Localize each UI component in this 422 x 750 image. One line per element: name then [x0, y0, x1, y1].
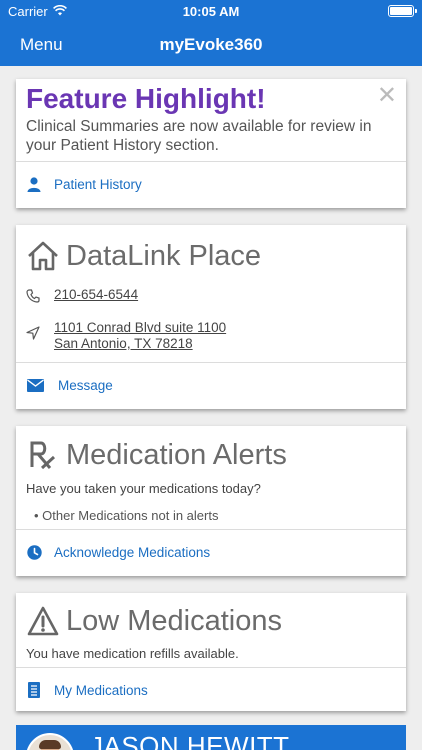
acknowledge-medications-button[interactable]: Acknowledge Medications: [16, 530, 406, 574]
home-icon: [26, 239, 60, 273]
patient-history-label: Patient History: [54, 176, 142, 192]
medication-alerts-card: Medication Alerts Have you taken your me…: [16, 426, 406, 576]
phone-icon: [26, 289, 42, 306]
person-icon: [26, 176, 42, 192]
address-row: 1101 Conrad Blvd suite 1100 San Antonio,…: [26, 320, 226, 352]
feature-highlight-card: Feature Highlight! ✕ Clinical Summaries …: [16, 79, 406, 208]
warning-icon: [26, 604, 60, 638]
low-medications-card: Low Medications You have medication refi…: [16, 593, 406, 711]
patient-history-link[interactable]: Patient History: [16, 162, 406, 206]
my-medications-label: My Medications: [54, 682, 148, 698]
page-title: myEvoke360: [159, 35, 263, 54]
profile-bar[interactable]: JASON HEWITT: [16, 725, 406, 750]
message-link[interactable]: Message: [16, 363, 406, 407]
status-time: 10:05 AM: [182, 4, 240, 19]
clock-icon: [26, 544, 42, 560]
rx-icon: [26, 438, 60, 472]
alerts-question: Have you taken your medications today?: [26, 481, 261, 496]
alerts-bullet: • Other Medications not in alerts: [34, 508, 219, 523]
low-medications-text: You have medication refills available.: [26, 646, 239, 661]
phone-row: 210-654-6544: [26, 287, 138, 306]
provider-name: DataLink Place: [66, 239, 262, 272]
feature-headline: Feature Highlight!: [26, 83, 266, 114]
address-line1-link[interactable]: 1101 Conrad Blvd suite 1100: [54, 320, 226, 336]
status-bar: Carrier 10:05 AM: [0, 0, 422, 22]
top-bar: Carrier 10:05 AM Menu myEvoke360: [0, 0, 422, 66]
my-medications-link[interactable]: My Medications: [16, 668, 406, 712]
medication-list-icon: [26, 682, 42, 698]
envelope-icon: [26, 377, 44, 393]
close-icon[interactable]: ✕: [377, 81, 397, 110]
profile-name: JASON HEWITT: [90, 731, 290, 750]
message-label: Message: [58, 377, 113, 393]
acknowledge-medications-label: Acknowledge Medications: [54, 544, 211, 560]
address-line2-link[interactable]: San Antonio, TX 78218: [54, 336, 226, 352]
low-medications-title: Low Medications: [66, 604, 282, 637]
avatar: [26, 733, 74, 750]
alerts-title: Medication Alerts: [66, 438, 287, 471]
location-arrow-icon: [26, 326, 42, 352]
nav-bar: Menu myEvoke360: [0, 22, 422, 66]
provider-contact-card: DataLink Place 210-654-6544 1101 Conrad …: [16, 225, 406, 409]
phone-link[interactable]: 210-654-6544: [54, 287, 138, 306]
battery-icon: [388, 5, 417, 17]
feature-body: Clinical Summaries are now available for…: [26, 118, 372, 154]
